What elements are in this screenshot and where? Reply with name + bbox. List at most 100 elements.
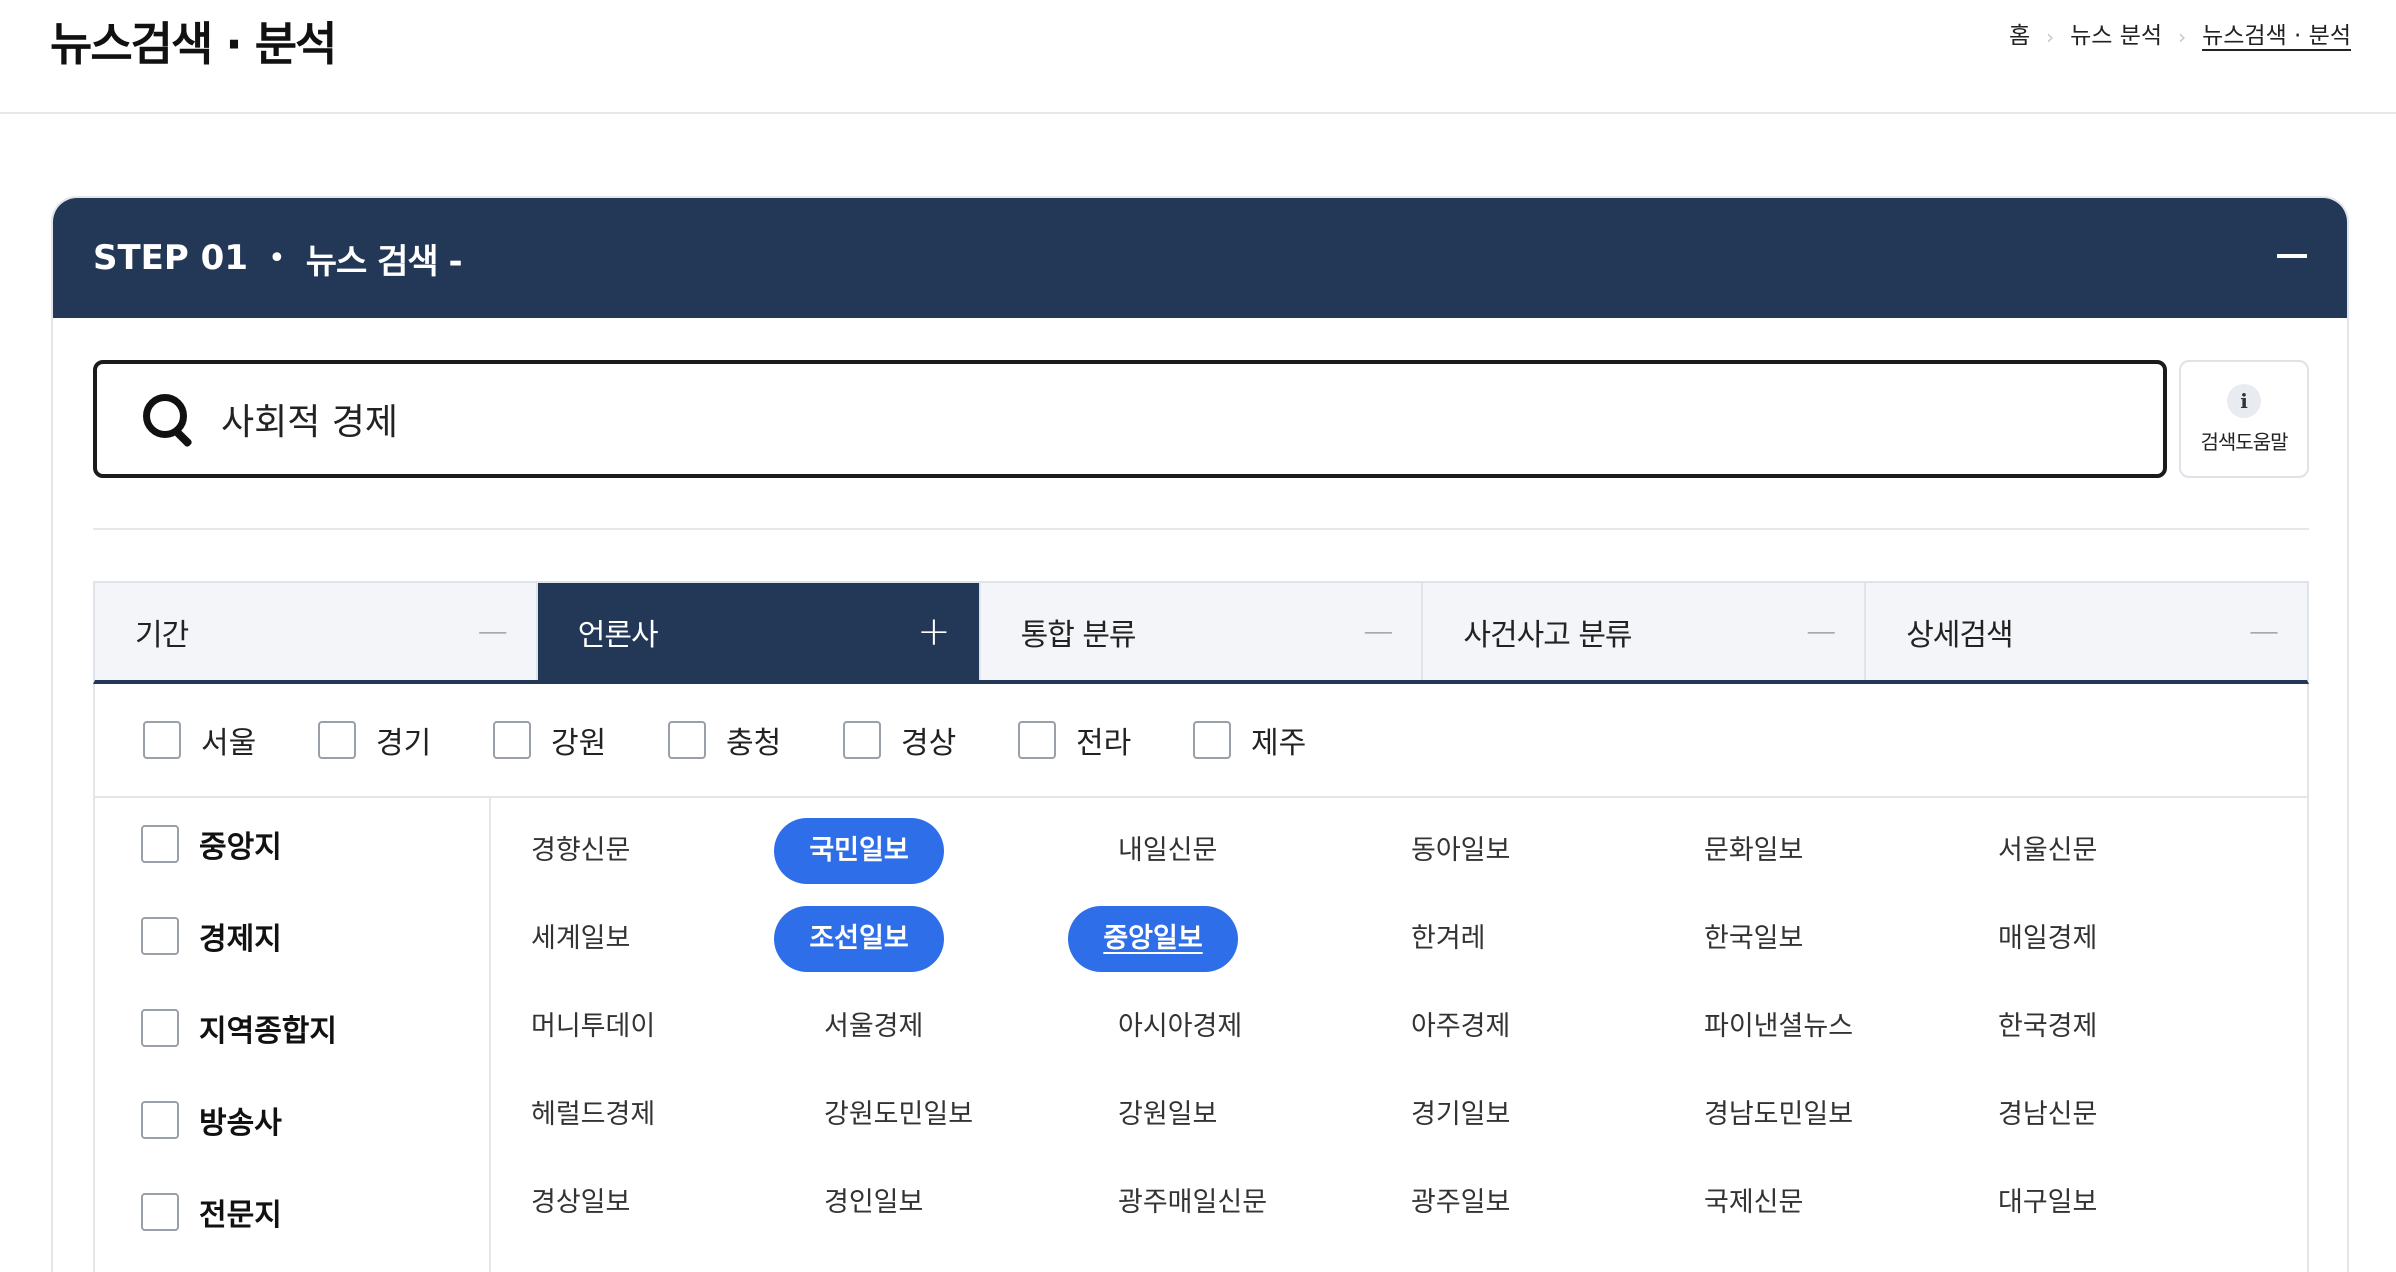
step-dot: • [267, 240, 286, 276]
plus-icon: + [917, 608, 951, 655]
press-item[interactable]: 한겨레 [1411, 906, 1486, 972]
breadcrumb-home[interactable]: 홈 [2009, 16, 2030, 50]
press-item[interactable]: 파이낸셜뉴스 [1704, 994, 1853, 1060]
press-item[interactable]: 서울신문 [1998, 818, 2097, 884]
checkbox[interactable] [141, 1193, 179, 1231]
press-item[interactable]: 문화일보 [1704, 818, 1803, 884]
press-item[interactable]: 헤럴드경제 [531, 1082, 655, 1148]
chevron-right-icon: › [2178, 25, 2187, 49]
minus-icon[interactable] [2277, 254, 2307, 258]
step-header: STEP 01 • 뉴스 검색 - [53, 198, 2347, 318]
press-item[interactable]: 동아일보 [1411, 818, 1510, 884]
press-item[interactable]: 경남신문 [1998, 1082, 2097, 1148]
checkbox[interactable] [141, 825, 179, 863]
region-gangwon[interactable]: 강원 [493, 718, 668, 762]
tab-label: 언론사 [577, 617, 659, 653]
checkbox[interactable] [668, 721, 706, 759]
category-regional[interactable]: 지역종합지 [141, 1006, 337, 1050]
region-jeolla[interactable]: 전라 [1018, 718, 1193, 762]
tab-incident-category[interactable]: 사건사고 분류 — [1423, 583, 1867, 680]
minus-icon: — [2248, 614, 2279, 649]
region-filter: 서울 경기 강원 충청 경상 전라 제주 [93, 684, 2309, 798]
region-jeju[interactable]: 제주 [1193, 718, 1368, 762]
press-item[interactable]: 머니투데이 [531, 994, 655, 1060]
press-item[interactable]: 한국경제 [1998, 994, 2097, 1060]
breadcrumb-news-analysis[interactable]: 뉴스 분석 [2070, 16, 2162, 50]
tab-label: 기간 [135, 617, 189, 653]
region-label: 경기 [376, 726, 432, 761]
checkbox[interactable] [318, 721, 356, 759]
region-seoul[interactable]: 서울 [143, 718, 318, 762]
category-economic[interactable]: 경제지 [141, 914, 282, 958]
search-help-button[interactable]: i 검색도움말 [2179, 360, 2309, 478]
press-item[interactable]: 경남도민일보 [1704, 1082, 1853, 1148]
press-selector: 중앙지 경제지 지역종합지 방송사 전문지 경향신문 국민일보 내일신문 동아일보 문화… [93, 798, 2309, 1272]
press-item[interactable]: 아주경제 [1411, 994, 1510, 1060]
press-item[interactable]: 경기일보 [1411, 1082, 1510, 1148]
tab-label: 상세검색 [1906, 617, 2013, 653]
checkbox[interactable] [141, 917, 179, 955]
region-label: 경상 [901, 726, 957, 761]
checkbox[interactable] [843, 721, 881, 759]
category-label: 경제지 [199, 922, 282, 957]
category-specialized[interactable]: 전문지 [141, 1190, 282, 1234]
search-help-label: 검색도움말 [2200, 429, 2289, 454]
press-item[interactable]: 강원도민일보 [824, 1082, 973, 1148]
press-item[interactable]: 경상일보 [531, 1170, 630, 1236]
press-item[interactable]: 국제신문 [1704, 1170, 1803, 1236]
minus-icon: — [1806, 614, 1837, 649]
category-label: 지역종합지 [199, 1014, 337, 1049]
minus-icon: — [1363, 614, 1394, 649]
chevron-right-icon: › [2046, 25, 2055, 49]
region-label: 충청 [726, 726, 782, 761]
checkbox[interactable] [1193, 721, 1231, 759]
region-label: 제주 [1251, 726, 1307, 761]
info-icon: i [2227, 383, 2261, 418]
press-item[interactable]: 아시아경제 [1118, 994, 1242, 1060]
press-item[interactable]: 광주일보 [1411, 1170, 1510, 1236]
tab-detailed-search[interactable]: 상세검색 — [1866, 583, 2307, 680]
press-item[interactable]: 세계일보 [531, 906, 630, 972]
breadcrumb: 홈 › 뉴스 분석 › 뉴스검색 · 분석 [2009, 16, 2351, 50]
step-title: 뉴스 검색 - [305, 241, 463, 282]
search-input[interactable] [221, 398, 2101, 440]
search-icon[interactable] [141, 392, 195, 448]
divider [93, 528, 2309, 530]
press-categories: 중앙지 경제지 지역종합지 방송사 전문지 [95, 798, 491, 1272]
checkbox[interactable] [141, 1101, 179, 1139]
press-item[interactable]: 중앙일보 [1068, 906, 1238, 972]
category-central[interactable]: 중앙지 [141, 822, 282, 866]
region-chungcheong[interactable]: 충청 [668, 718, 843, 762]
press-item[interactable]: 대구일보 [1998, 1170, 2097, 1236]
region-label: 강원 [551, 726, 607, 761]
press-item[interactable]: 광주매일신문 [1118, 1170, 1267, 1236]
region-gyeonggi[interactable]: 경기 [318, 718, 493, 762]
category-broadcast[interactable]: 방송사 [141, 1098, 282, 1142]
region-label: 서울 [201, 726, 257, 761]
press-item[interactable]: 한국일보 [1704, 906, 1803, 972]
checkbox[interactable] [141, 1009, 179, 1047]
page-header: 뉴스검색 · 분석 홈 › 뉴스 분석 › 뉴스검색 · 분석 [0, 0, 2396, 114]
press-item[interactable]: 내일신문 [1118, 818, 1217, 884]
press-item[interactable]: 서울경제 [824, 994, 923, 1060]
tab-press[interactable]: 언론사 + [537, 583, 981, 680]
press-item[interactable]: 경인일보 [824, 1170, 923, 1236]
category-label: 중앙지 [199, 830, 282, 865]
press-item[interactable]: 경향신문 [531, 818, 630, 884]
minus-icon: — [477, 614, 508, 649]
press-item[interactable]: 국민일보 [774, 818, 944, 884]
tab-integrated-category[interactable]: 통합 분류 — [980, 583, 1424, 680]
tab-period[interactable]: 기간 — [95, 583, 538, 680]
breadcrumb-current[interactable]: 뉴스검색 · 분석 [2202, 16, 2351, 50]
region-gyeongsang[interactable]: 경상 [843, 718, 1018, 762]
checkbox[interactable] [1018, 721, 1056, 759]
checkbox[interactable] [143, 721, 181, 759]
press-list: 경향신문 국민일보 내일신문 동아일보 문화일보 서울신문 세계일보 조선일보 중앙일보 한겨레 한… [491, 798, 2309, 1272]
region-label: 전라 [1076, 726, 1132, 761]
press-item[interactable]: 매일경제 [1998, 906, 2097, 972]
press-item[interactable]: 조선일보 [774, 906, 944, 972]
press-item[interactable]: 강원일보 [1118, 1082, 1217, 1148]
checkbox[interactable] [493, 721, 531, 759]
filter-tabs: 기간 — 언론사 + 통합 분류 — 사건사고 분류 — 상세검색 — [93, 581, 2309, 684]
search-box [93, 360, 2167, 478]
